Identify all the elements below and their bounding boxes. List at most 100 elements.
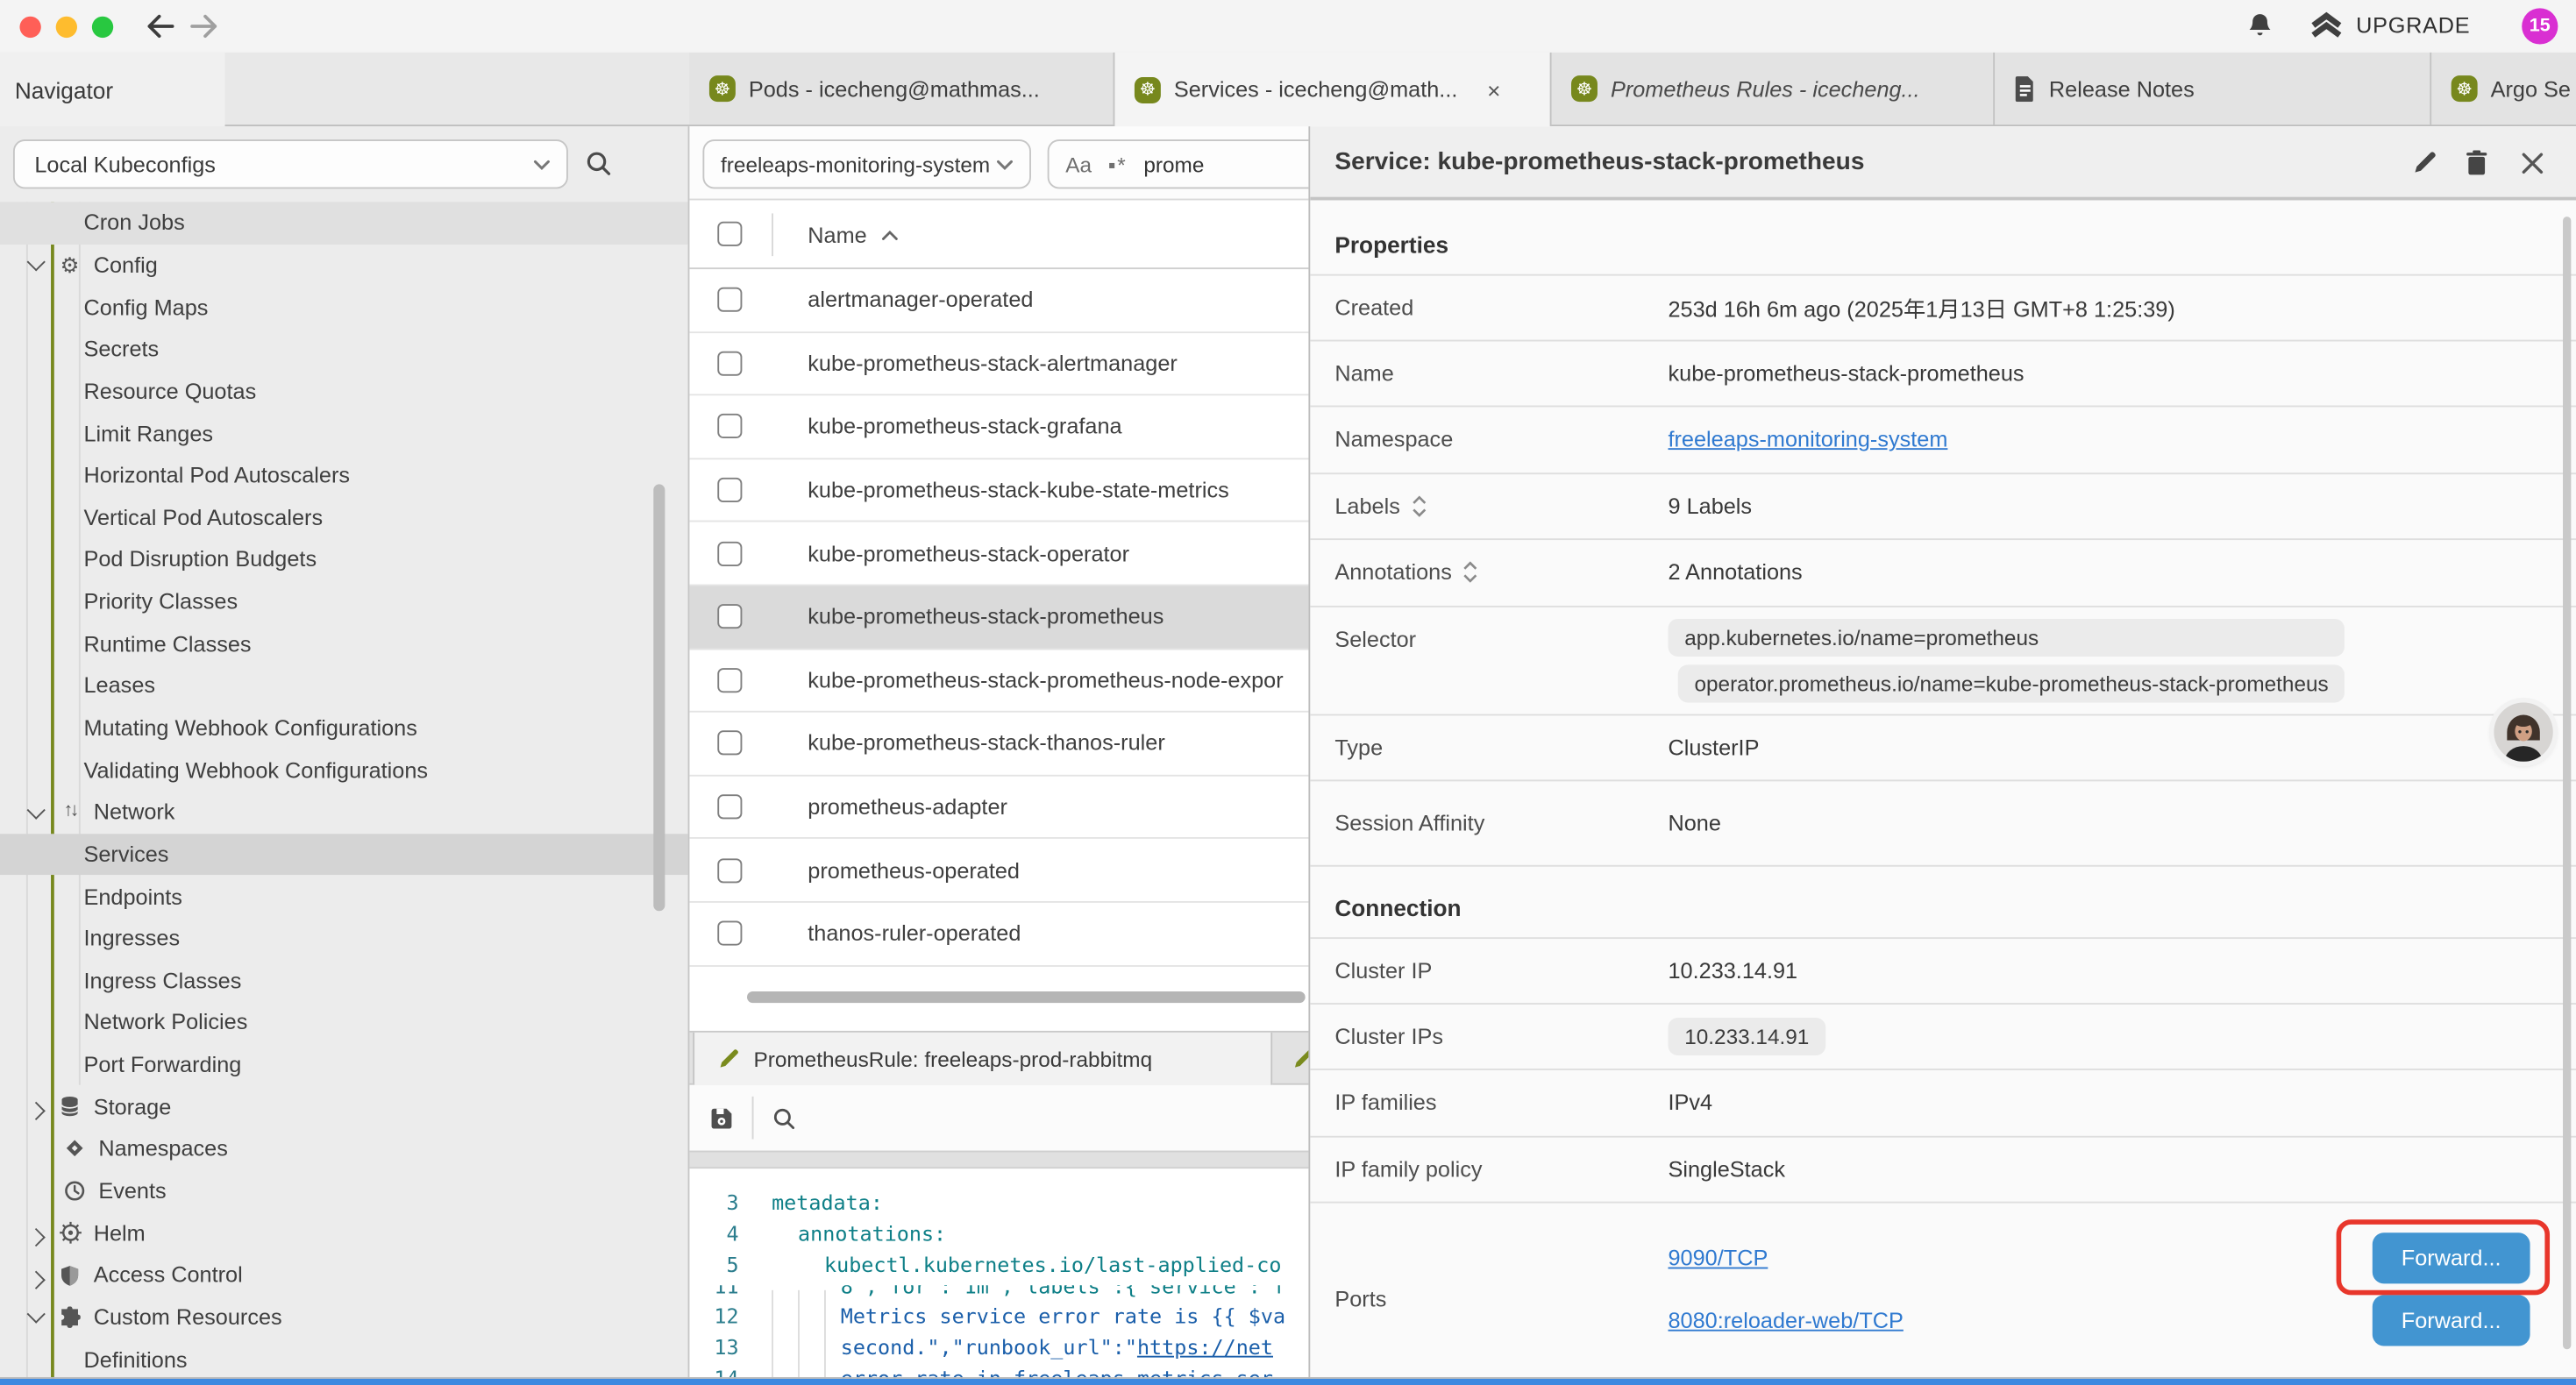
sidebar-group-storage[interactable]: Storage [0,1086,688,1128]
save-icon[interactable] [709,1105,734,1130]
dock-tab-prometheusrule[interactable]: PrometheusRule: freeleaps-prod-rabbitmq [693,1033,1272,1085]
sidebar-item-namespaces[interactable]: Namespaces [0,1128,688,1170]
sidebar-item-ingress-classes[interactable]: Ingress Classes [0,960,688,1002]
column-header-name[interactable]: Name [808,200,898,269]
row-checkbox[interactable] [717,605,742,629]
sidebar-item-network-policies[interactable]: Network Policies [0,1002,688,1044]
tab-services[interactable]: ☸ Services - icecheng@math... × [1114,53,1551,126]
row-checkbox[interactable] [717,731,742,756]
row-checkbox[interactable] [717,352,742,376]
regex-icon[interactable]: ▪* [1108,152,1128,176]
namespace-link[interactable]: freeleaps-monitoring-system [1668,427,1947,451]
sidebar-item-cron-jobs[interactable]: Cron Jobs [0,202,688,244]
sidebar-item-runtime-classes[interactable]: Runtime Classes [0,622,688,664]
notifications-bell-icon[interactable] [2246,11,2274,47]
port-link-9090[interactable]: 9090/TCP [1668,1245,1768,1269]
tab-pods[interactable]: ☸ Pods - icecheng@mathmas... [689,53,1114,124]
sidebar-item-config-maps[interactable]: Config Maps [0,286,688,328]
sort-toggle-icon[interactable] [1463,562,1478,583]
sidebar-group-custom-resources[interactable]: Custom Resources [0,1296,688,1339]
sidebar-scrollbar[interactable] [653,484,665,911]
sidebar-item-mutating-webhook-configurations[interactable]: Mutating Webhook Configurations [0,707,688,749]
row-checkbox[interactable] [717,794,742,819]
sidebar-item-horizontal-pod-autoscalers[interactable]: Horizontal Pod Autoscalers [0,454,688,496]
upgrade-button[interactable]: UPGRADE [2309,11,2471,39]
sort-toggle-icon[interactable] [1412,495,1427,516]
sort-ascending-icon [882,229,899,240]
sidebar-item-vertical-pod-autoscalers[interactable]: Vertical Pod Autoscalers [0,496,688,538]
editor-line: metadata: [739,1187,883,1218]
row-checkbox[interactable] [717,478,742,502]
drawer-body: Properties Created 253d 16h 6m ago (2025… [1310,203,2576,1385]
sidebar-item-leases[interactable]: Leases [0,664,688,707]
sidebar-item-limit-ranges[interactable]: Limit Ranges [0,412,688,454]
close-window-button[interactable] [19,16,40,37]
sidebar-item-endpoints[interactable]: Endpoints [0,876,688,918]
pencil-icon [717,1048,740,1070]
row-checkbox[interactable] [717,415,742,439]
tab-release-notes[interactable]: Release Notes [1995,53,2431,124]
property-row-annotations: Annotations 2 Annotations [1310,540,2576,607]
edit-pencil-icon[interactable] [2412,149,2438,175]
sidebar-item-priority-classes[interactable]: Priority Classes [0,580,688,622]
sidebar-item-secrets[interactable]: Secrets [0,328,688,370]
sidebar-item-ingresses[interactable]: Ingresses [0,918,688,960]
table-horizontal-scrollbar[interactable] [747,991,1306,1003]
editor-line: Metrics service error rate is {{ $va [739,1299,1285,1331]
search-icon[interactable] [585,149,613,185]
property-row-type: Type ClusterIP [1310,714,2576,781]
port-line: 9090/TCP Forward... [1668,1226,2576,1289]
sidebar-group-config[interactable]: ⚙ Config [0,244,688,286]
runbook-url-link[interactable]: https://net [1137,1334,1273,1359]
search-input[interactable]: Aa ▪* prome [1048,139,1351,188]
tab-close-icon[interactable]: × [1487,78,1500,101]
chevron-down-icon [27,253,46,272]
sidebar-group-network[interactable]: ↑↓ Network [0,792,688,834]
editor-search-icon[interactable] [772,1105,796,1130]
chevron-right-icon [27,1228,46,1246]
kubeconfig-select[interactable]: Local Kubeconfigs [13,139,568,188]
drawer-scrollbar[interactable] [2563,217,2571,1349]
sidebar-group-access-control[interactable]: Access Control [0,1254,688,1296]
back-arrow-icon[interactable] [145,13,177,47]
sidebar-item-validating-webhook-configurations[interactable]: Validating Webhook Configurations [0,749,688,791]
shield-icon [56,1264,84,1287]
trash-icon[interactable] [2465,149,2489,175]
sidebar-item-definitions[interactable]: Definitions [0,1339,688,1381]
select-all-checkbox[interactable] [717,222,742,246]
maximize-window-button[interactable] [92,16,113,37]
user-avatar[interactable] [2494,702,2552,761]
sidebar-item-resource-quotas[interactable]: Resource Quotas [0,370,688,412]
property-row-namespace: Namespace freeleaps-monitoring-system [1310,407,2576,473]
property-row-name: Name kube-prometheus-stack-prometheus [1310,341,2576,408]
tab-argo[interactable]: ☸ Argo Se [2431,53,2576,124]
forward-button[interactable]: Forward... [2373,1295,2530,1346]
row-checkbox[interactable] [717,541,742,565]
sidebar-item-pod-disruption-budgets[interactable]: Pod Disruption Budgets [0,538,688,580]
drawer-header: Service: kube-prometheus-stack-prometheu… [1310,126,2576,200]
sidebar-item-events[interactable]: Events [0,1170,688,1212]
match-case-icon[interactable]: Aa [1065,152,1092,176]
sidebar-item-services[interactable]: Services [0,834,688,876]
row-checkbox[interactable] [717,288,742,312]
navigator-panel-tab[interactable]: Navigator [0,53,225,126]
row-checkbox[interactable] [717,668,742,692]
editor-line: annotations: [739,1218,947,1250]
notification-count-badge[interactable]: 15 [2522,8,2558,44]
forward-arrow-icon[interactable] [187,13,219,47]
sidebar-item-port-forwarding[interactable]: Port Forwarding [0,1044,688,1086]
tab-prometheus-rules[interactable]: ☸ Prometheus Rules - icecheng... [1552,53,1996,124]
property-row-labels: Labels 9 Labels [1310,473,2576,540]
row-checkbox[interactable] [717,858,742,883]
kubernetes-icon: ☸ [1135,76,1161,103]
close-icon[interactable] [2520,151,2544,175]
double-chevron-up-icon [2309,11,2345,39]
kubernetes-icon: ☸ [709,75,736,102]
property-row-created: Created 253d 16h 6m ago (2025年1月13日 GMT+… [1310,274,2576,341]
row-checkbox[interactable] [717,921,742,946]
minimize-window-button[interactable] [56,16,77,37]
kubernetes-icon: ☸ [2451,75,2478,102]
sidebar-group-helm[interactable]: Helm [0,1212,688,1254]
namespace-select[interactable]: freeleaps-monitoring-system [702,139,1031,188]
port-link-8080[interactable]: 8080:reloader-web/TCP [1668,1307,1903,1332]
